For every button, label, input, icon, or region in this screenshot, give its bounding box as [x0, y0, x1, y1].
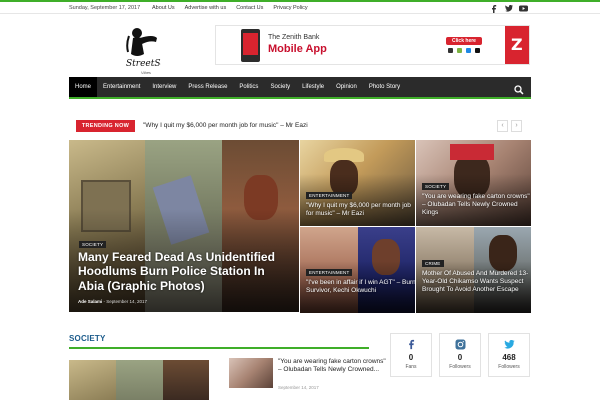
trending-prev-button[interactable]: ‹ [497, 120, 508, 132]
site-logo[interactable]: StreetSoul [123, 24, 175, 70]
instagram-counter[interactable]: 0 Followers [439, 333, 481, 377]
nav-society[interactable]: Society [264, 77, 296, 97]
top-social-icons [483, 4, 528, 13]
banner-click-button[interactable]: Click here [446, 37, 482, 45]
bottom-right-story-title[interactable]: Mother Of Abused And Murdered 13-Year-Ol… [422, 270, 531, 293]
trending-next-button[interactable]: › [511, 120, 522, 132]
small-story-title[interactable]: "You are wearing fake carton crowns" – O… [278, 358, 388, 374]
bottom-left-story-title[interactable]: "I've been in affair if I win AGT" – Bur… [306, 279, 415, 295]
windows-icon [466, 48, 471, 53]
featured-story-top-left[interactable]: ENTERTAINMENT "Why I quit my $6,000 per … [300, 140, 415, 226]
instagram-label: Followers [449, 364, 471, 370]
facebook-counter[interactable]: 0 Fans [390, 333, 432, 377]
zenith-logo-icon [505, 26, 529, 64]
search-icon[interactable] [514, 82, 524, 95]
site-header: StreetSoul Vibes The Zenith Bank Mobile … [0, 14, 600, 76]
nav-accent-strip [69, 97, 531, 99]
instagram-icon [455, 339, 466, 350]
main-story-author[interactable]: Ade Salami [78, 299, 102, 304]
privacy-policy-link[interactable]: Privacy Policy [273, 5, 307, 11]
apple-icon [448, 48, 453, 53]
main-nav: Home Entertainment Interview Press Relea… [69, 77, 531, 97]
facebook-label: Fans [405, 364, 417, 370]
facebook-icon [406, 339, 417, 350]
small-story-thumbnail[interactable] [229, 358, 273, 388]
blackberry-icon [475, 48, 480, 53]
twitter-counter[interactable]: 468 Followers [488, 333, 530, 377]
main-category-badge[interactable]: SOCIETY [79, 241, 107, 248]
section-lead-image[interactable] [69, 360, 209, 400]
main-story-meta: Ade Salami - September 14, 2017 [78, 299, 147, 304]
featured-main-story[interactable]: SOCIETY Many Feared Dead As Unidentified… [69, 140, 299, 312]
twitter-icon [503, 339, 515, 350]
bottom-left-category-badge[interactable]: ENTERTAINMENT [306, 269, 353, 276]
nav-photo-story[interactable]: Photo Story [363, 77, 406, 97]
top-left-category-badge[interactable]: ENTERTAINMENT [306, 192, 353, 199]
facebook-icon[interactable] [489, 4, 498, 13]
zenith-bank-ad-banner[interactable]: The Zenith Bank Mobile App Click here [215, 25, 530, 65]
logo-caption: Vibes [141, 70, 151, 75]
top-links: About Us Advertise with us Contact Us Pr… [152, 5, 318, 11]
nav-press-release[interactable]: Press Release [182, 77, 233, 97]
phone-image [241, 29, 260, 62]
android-icon [457, 48, 462, 53]
twitter-icon[interactable] [504, 4, 513, 13]
nav-items: Home Entertainment Interview Press Relea… [69, 77, 531, 97]
twitter-count: 468 [502, 353, 516, 362]
bottom-right-category-badge[interactable]: CRIME [422, 260, 444, 267]
nav-lifestyle[interactable]: Lifestyle [296, 77, 330, 97]
nav-politics[interactable]: Politics [233, 77, 264, 97]
twitter-label: Followers [498, 364, 520, 370]
svg-text:StreetSoul: StreetSoul [126, 59, 161, 69]
main-story-title[interactable]: Many Feared Dead As Unidentified Hoodlum… [78, 250, 292, 293]
advertise-link[interactable]: Advertise with us [185, 5, 227, 11]
banner-line1: The Zenith Bank [268, 34, 320, 41]
app-store-icons [448, 48, 484, 53]
instagram-count: 0 [457, 353, 463, 362]
featured-story-bottom-left[interactable]: ENTERTAINMENT "I've been in affair if I … [300, 227, 415, 313]
small-story-date: September 14, 2017 [278, 385, 319, 390]
contact-us-link[interactable]: Contact Us [236, 5, 263, 11]
current-date: Sunday, September 17, 2017 [69, 5, 141, 11]
nav-opinion[interactable]: Opinion [330, 77, 363, 97]
facebook-count: 0 [408, 353, 414, 362]
top-left-story-title[interactable]: "Why I quit my $6,000 per month job for … [306, 202, 415, 218]
about-us-link[interactable]: About Us [152, 5, 175, 11]
top-bar: Sunday, September 17, 2017 About Us Adve… [0, 0, 600, 14]
top-right-category-badge[interactable]: SOCIETY [422, 183, 450, 190]
top-right-story-title[interactable]: "You are wearing fake carton crowns" – O… [422, 193, 531, 216]
section-title[interactable]: SOCIETY [69, 334, 106, 343]
youtube-icon[interactable] [519, 4, 528, 13]
cap-image [450, 144, 494, 160]
banner-line2: Mobile App [268, 43, 327, 55]
section-underline [69, 347, 369, 349]
featured-story-bottom-right[interactable]: CRIME Mother Of Abused And Murdered 13-Y… [416, 227, 531, 313]
featured-story-top-right[interactable]: SOCIETY "You are wearing fake carton cro… [416, 140, 531, 226]
trending-headline[interactable]: "Why I quit my $6,000 per month job for … [143, 122, 308, 129]
trending-label: TRENDING NOW [76, 120, 135, 132]
nav-interview[interactable]: Interview [146, 77, 182, 97]
nav-home[interactable]: Home [69, 77, 98, 97]
nav-entertainment[interactable]: Entertainment [97, 77, 146, 97]
main-story-date: September 14, 2017 [106, 299, 148, 304]
